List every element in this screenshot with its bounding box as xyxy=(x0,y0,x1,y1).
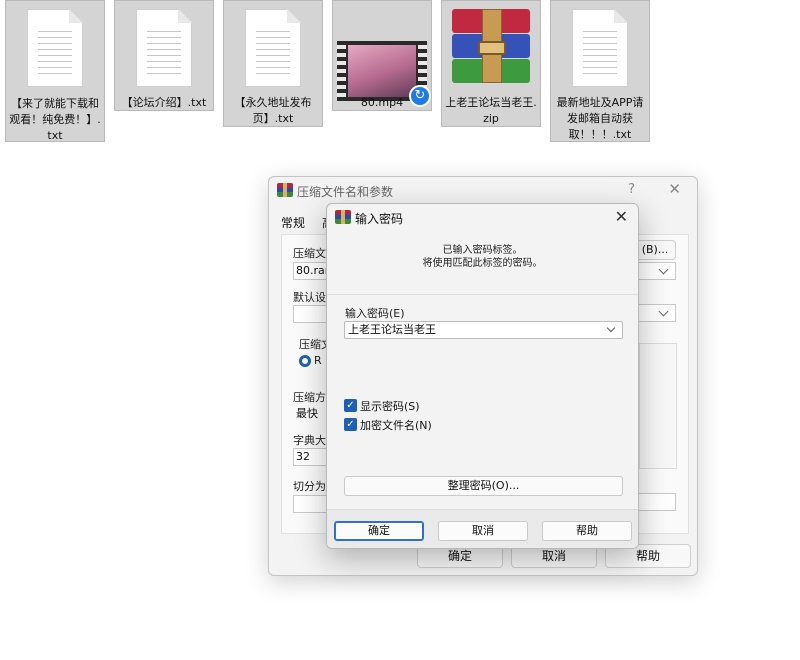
format-rar-label: R xyxy=(314,354,322,367)
text-file-icon xyxy=(572,9,628,87)
password-dialog-title: 输入密码 xyxy=(355,212,404,226)
password-combobox[interactable]: 上老王论坛当老王 xyxy=(344,321,623,339)
browse-button[interactable]: (B)... xyxy=(634,240,676,260)
file-tile-free-download-txt[interactable]: 【来了就能下载和观看！纯免费！】.txt xyxy=(5,0,105,142)
winrar-archive-icon xyxy=(448,7,534,85)
volume-unit-select[interactable] xyxy=(634,493,676,511)
file-name: 上老王论坛当老王.zip xyxy=(445,96,537,125)
file-tile-forum-intro-txt[interactable]: 【论坛介绍】.txt xyxy=(114,0,214,111)
chevron-down-icon[interactable] xyxy=(606,323,616,333)
enter-password-dialog: 输入密码 ✕ 已输入密码标签。 将使用匹配此标签的密码。 输入密码(E) 上老王… xyxy=(326,203,639,549)
organize-passwords-button[interactable]: 整理密码(O)... xyxy=(344,476,623,496)
text-file-icon xyxy=(27,9,83,87)
chevron-down-icon xyxy=(658,264,669,275)
file-tile-zip-archive[interactable]: 上老王论坛当老王.zip xyxy=(441,0,541,127)
chevron-down-icon xyxy=(658,306,669,317)
file-name: 【永久地址发布页】.txt xyxy=(234,96,312,125)
file-tile-latest-address-txt[interactable]: 最新地址及APP请发邮箱自动获取！！！.txt xyxy=(550,0,650,142)
password-tag-message: 已输入密码标签。 将使用匹配此标签的密码。 xyxy=(327,244,638,270)
winrar-icon xyxy=(335,210,351,224)
file-name: 【来了就能下载和观看！纯免费！】.txt xyxy=(9,97,101,142)
compression-method-label: 压缩方 xyxy=(293,391,326,404)
file-tile-permanent-address-txt[interactable]: 【永久地址发布页】.txt xyxy=(223,0,323,127)
dialog-footer: 确定 取消 帮助 xyxy=(327,509,638,548)
message-line-2: 将使用匹配此标签的密码。 xyxy=(422,258,543,269)
encrypt-filenames-checkbox[interactable]: ✓ xyxy=(344,418,357,431)
winrar-icon xyxy=(277,183,293,197)
file-name: 【论坛介绍】.txt xyxy=(121,96,207,109)
archive-options-box xyxy=(639,343,677,469)
password-label: 输入密码(E) xyxy=(345,307,405,320)
tab-general[interactable]: 常规 xyxy=(281,214,305,231)
password-value: 上老王论坛当老王 xyxy=(348,323,436,336)
file-name: 80.mp4 xyxy=(360,96,404,109)
encrypt-filenames-label[interactable]: 加密文件名(N) xyxy=(360,417,432,433)
options-select[interactable] xyxy=(634,304,676,322)
ok-button[interactable]: 确定 xyxy=(334,521,424,541)
file-tile-80-mp4[interactable]: ↻ 80.mp4 xyxy=(332,0,432,111)
show-password-checkbox[interactable]: ✓ xyxy=(344,399,357,412)
close-icon[interactable]: ✕ xyxy=(668,180,681,198)
update-mode-select[interactable] xyxy=(634,262,676,280)
message-line-1: 已输入密码标签。 xyxy=(442,245,523,256)
archive-dialog-titlebar: 压缩文件名和参数 ? ✕ xyxy=(269,177,697,203)
close-icon[interactable]: ✕ xyxy=(615,207,628,226)
cancel-button[interactable]: 取消 xyxy=(438,521,528,541)
archive-dialog-title: 压缩文件名和参数 xyxy=(297,185,394,199)
text-file-icon xyxy=(136,9,192,87)
help-icon[interactable]: ? xyxy=(628,182,635,197)
text-file-icon xyxy=(245,9,301,87)
file-name: 最新地址及APP请发邮箱自动获取！！！.txt xyxy=(556,96,644,141)
video-file-thumbnail: ↻ xyxy=(337,41,431,107)
show-password-label[interactable]: 显示密码(S) xyxy=(360,398,420,414)
format-rar-radio[interactable] xyxy=(299,355,311,367)
help-button[interactable]: 帮助 xyxy=(542,521,632,541)
divider xyxy=(327,294,638,295)
